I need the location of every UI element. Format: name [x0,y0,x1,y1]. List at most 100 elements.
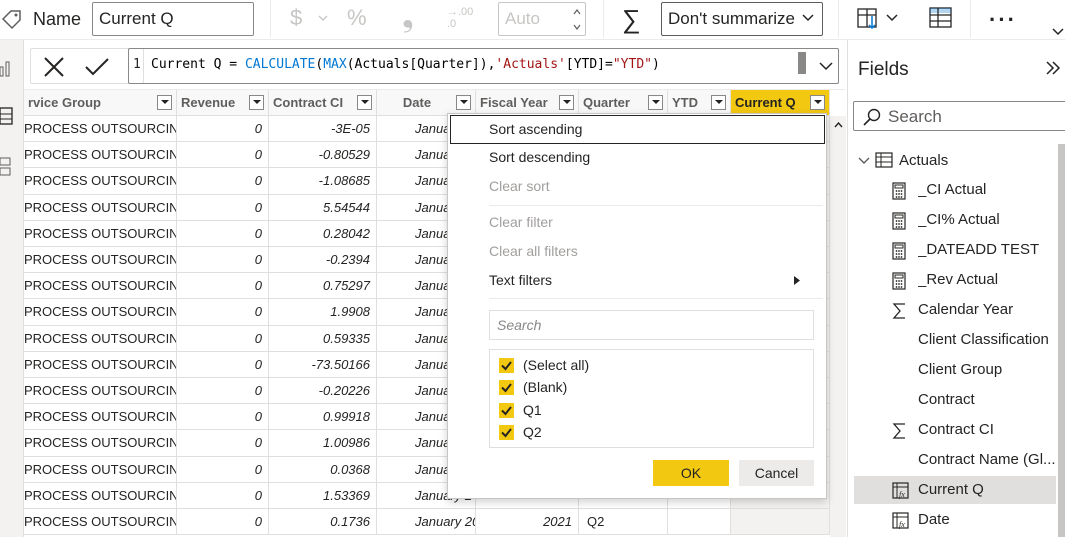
cell-revenue[interactable]: 0 [177,220,269,247]
chevron-down-icon[interactable] [1052,28,1064,36]
expand-formula-icon[interactable] [819,62,833,71]
text-filters-item[interactable]: Text filters [448,266,826,295]
checkbox-checked-icon[interactable] [499,403,514,418]
cell-revenue[interactable]: 0 [177,299,269,326]
cell-date[interactable]: January 2021 [377,509,476,536]
cell-contract-ci[interactable]: 0.1736 [269,509,377,536]
currency-format-button[interactable]: $ [290,7,302,29]
cell-revenue[interactable]: 0 [177,142,269,169]
model-view-icon[interactable] [0,156,20,176]
cell-revenue[interactable]: 0 [177,116,269,143]
chevron-down-icon[interactable] [318,15,328,22]
cell-contract-ci[interactable]: 0.75297 [269,273,377,300]
spin-down-icon[interactable] [573,24,581,30]
cell-revenue[interactable]: 0 [177,194,269,221]
summarization-select[interactable]: Don't summarize [661,2,823,36]
cell-revenue[interactable]: 0 [177,378,269,405]
cell-service-group[interactable]: PROCESS OUTSOURCING [24,273,177,300]
cell-service-group[interactable]: PROCESS OUTSOURCING [24,220,177,247]
ok-button[interactable]: OK [653,460,729,486]
field-item[interactable]: Contract Name (Gl... [854,446,1056,474]
cell-service-group[interactable]: PROCESS OUTSOURCING [24,456,177,483]
cancel-button[interactable]: Cancel [739,460,814,486]
column-header-revenue[interactable]: Revenue [177,90,269,116]
clear-sort-item[interactable]: Clear sort [448,172,826,201]
cell-ytd[interactable] [668,509,731,536]
scroll-up-icon[interactable] [834,122,843,128]
cell-service-group[interactable]: PROCESS OUTSOURCING [24,142,177,169]
cell-contract-ci[interactable]: 1.9908 [269,299,377,326]
sort-by-column-icon[interactable] [857,6,899,32]
filter-value-select-all[interactable]: (Select all) [499,354,589,376]
cell-service-group[interactable]: PROCESS OUTSOURCING [24,168,177,195]
cell-service-group[interactable]: PROCESS OUTSOURCING [24,404,177,431]
commit-check-icon[interactable] [84,56,110,78]
filter-value-q2[interactable]: Q2 [499,421,542,443]
chevron-down-icon[interactable] [858,157,870,165]
cell-contract-ci[interactable]: -1.08685 [269,168,377,195]
cell-contract-ci[interactable]: -73.50166 [269,351,377,378]
cell-service-group[interactable]: PROCESS OUTSOURCING [24,509,177,536]
cell-service-group[interactable]: PROCESS OUTSOURCING [24,430,177,457]
table-row[interactable]: PROCESS OUTSOURCING00.1736January 202120… [24,509,830,536]
cell-revenue[interactable]: 0 [177,509,269,536]
sort-ascending-item[interactable]: Sort ascending [450,115,825,144]
cell-contract-ci[interactable]: 1.00986 [269,430,377,457]
cell-service-group[interactable]: PROCESS OUTSOURCING [24,247,177,274]
spin-up-icon[interactable] [573,9,581,15]
cell-contract-ci[interactable]: 5.54544 [269,194,377,221]
cell-revenue[interactable]: 0 [177,482,269,509]
cell-quarter[interactable]: Q2 [579,509,668,536]
clear-filter-item[interactable]: Clear filter [448,208,826,237]
checkbox-checked-icon[interactable] [499,358,514,373]
field-item[interactable]: fx Date [854,506,1056,534]
cell-revenue[interactable]: 0 [177,404,269,431]
cell-revenue[interactable]: 0 [177,430,269,457]
cell-contract-ci[interactable]: 1.53369 [269,482,377,509]
cell-fiscal-year[interactable]: 2021 [476,509,579,536]
cell-contract-ci[interactable]: 0.59335 [269,325,377,352]
cell-revenue[interactable]: 0 [177,351,269,378]
checkbox-checked-icon[interactable] [499,380,514,395]
cell-service-group[interactable]: PROCESS OUTSOURCING [24,351,177,378]
fields-search-input[interactable]: Search [853,101,1065,131]
cell-revenue[interactable]: 0 [177,456,269,483]
more-options-button[interactable]: ··· [989,7,1017,33]
cell-service-group[interactable]: PROCESS OUTSOURCING [24,194,177,221]
cell-contract-ci[interactable]: 0.28042 [269,220,377,247]
dax-formula-editor[interactable]: 1 Current Q = CALCULATE(MAX(Actuals[Quar… [128,48,839,84]
field-item[interactable]: Client Group [854,356,1056,384]
report-view-icon[interactable] [0,58,20,78]
cell-current-q[interactable] [731,509,830,536]
decimal-places-input[interactable]: Auto [498,2,586,36]
field-item[interactable]: _DATEADD TEST [854,236,1056,264]
measure-name-input[interactable]: Current Q [92,2,254,36]
data-category-icon[interactable] [929,6,953,30]
field-item[interactable]: Contract CI [854,416,1056,444]
cell-service-group[interactable]: PROCESS OUTSOURCING [24,482,177,509]
cell-service-group[interactable]: PROCESS OUTSOURCING [24,378,177,405]
filter-dropdown-button[interactable] [559,95,574,110]
collapse-pane-icon[interactable] [1045,61,1061,75]
clear-all-filters-item[interactable]: Clear all filters [448,237,826,266]
cell-revenue[interactable]: 0 [177,273,269,300]
percent-format-button[interactable]: % [347,7,367,29]
checkbox-checked-icon[interactable] [499,425,514,440]
field-item[interactable]: _Rev Actual [854,266,1056,294]
data-view-icon[interactable] [0,106,20,126]
field-item[interactable]: Calendar Year [854,296,1056,324]
cell-service-group[interactable]: PROCESS OUTSOURCING [24,116,177,143]
filter-dropdown-button[interactable] [249,95,264,110]
fields-scrollbar[interactable] [1058,144,1065,537]
cancel-icon[interactable] [43,56,65,78]
cell-contract-ci[interactable]: 0.99918 [269,404,377,431]
field-item[interactable]: _CI% Actual [854,206,1056,234]
column-header-service-group[interactable]: rvice Group [24,90,177,116]
cell-revenue[interactable]: 0 [177,325,269,352]
cell-service-group[interactable]: PROCESS OUTSOURCING [24,299,177,326]
cell-contract-ci[interactable]: 0.0368 [269,456,377,483]
filter-search-input[interactable]: Search [489,310,814,340]
field-item[interactable]: fx Current Q [854,476,1056,504]
filter-dropdown-button[interactable] [456,95,471,110]
cell-service-group[interactable]: PROCESS OUTSOURCING [24,325,177,352]
